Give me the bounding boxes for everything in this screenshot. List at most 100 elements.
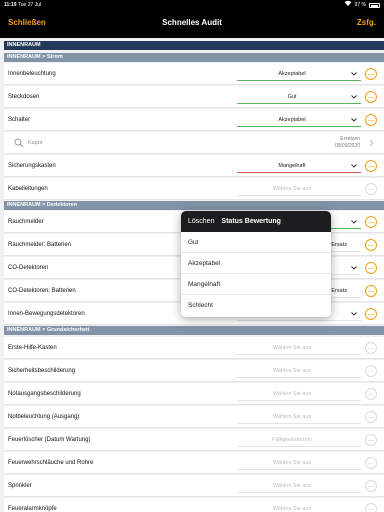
chevron-down-icon bbox=[351, 118, 357, 122]
ellipsis-icon bbox=[368, 119, 374, 121]
delete-button[interactable]: Löschen bbox=[188, 218, 214, 225]
audit-row-schalter: Schalter Akzeptabel bbox=[4, 109, 384, 131]
row-label: Notbeleuchtung (Ausgang) bbox=[8, 414, 80, 420]
audit-row-sprinkler: Sprinkler Wählen Sie aus bbox=[4, 475, 384, 497]
popup-title: Status Bewertung bbox=[221, 218, 281, 225]
more-options-button[interactable] bbox=[365, 411, 377, 423]
more-options-button[interactable] bbox=[365, 503, 377, 512]
more-options-button[interactable] bbox=[365, 434, 377, 446]
row-label: Notausgangsbeschilderung bbox=[8, 391, 81, 397]
dropdown-value: Wählen Sie aus bbox=[272, 186, 312, 192]
status-indicators: 97 % bbox=[344, 0, 380, 10]
status-dropdown[interactable]: Mangelhaft bbox=[237, 159, 361, 173]
status-time: 11:19 Tue 27 Jul bbox=[4, 2, 42, 8]
more-options-button[interactable] bbox=[365, 285, 377, 297]
due-date-field[interactable]: Fälligkeitstermin bbox=[237, 433, 361, 447]
status-dropdown[interactable]: Wählen Sie aus bbox=[237, 387, 361, 401]
more-options-button[interactable] bbox=[365, 114, 377, 126]
ellipsis-icon bbox=[368, 370, 374, 372]
row-label: Kabelleitungen bbox=[8, 186, 48, 192]
status-dropdown[interactable]: Wählen Sie aus bbox=[237, 410, 361, 424]
navigation-bar: Schließen Schnelles Audit Zsfg. bbox=[0, 10, 384, 38]
status-dropdown[interactable]: Wählen Sie aus bbox=[237, 182, 361, 196]
more-options-button[interactable] bbox=[365, 365, 377, 377]
chevron-down-icon bbox=[351, 266, 357, 270]
row-label: Rauchmelder: Batterien bbox=[8, 242, 72, 248]
summary-button[interactable]: Zsfg. bbox=[357, 10, 376, 38]
more-options-button[interactable] bbox=[365, 216, 377, 228]
dropdown-value: Wählen Sie aus bbox=[272, 460, 312, 466]
row-label: Steckdosen bbox=[8, 94, 40, 100]
dropdown-value: Wählen Sie aus bbox=[272, 345, 312, 351]
more-options-button[interactable] bbox=[365, 457, 377, 469]
dropdown-value: Wählen Sie aus bbox=[272, 506, 312, 512]
more-options-button[interactable] bbox=[365, 239, 377, 251]
audit-row-innenbeleuchtung: Innenbeleuchtung Akzeptabel bbox=[4, 63, 384, 85]
status-dropdown[interactable]: Akzeptabel bbox=[237, 113, 361, 127]
row-label: Feuerwehrschläuche und Rohre bbox=[8, 460, 94, 466]
battery-icon bbox=[369, 2, 380, 8]
option-schlecht[interactable]: Schlecht bbox=[181, 295, 331, 316]
wifi-icon bbox=[344, 0, 352, 10]
ellipsis-icon bbox=[368, 221, 374, 223]
row-label: Sicherungskasten bbox=[8, 163, 56, 169]
dropdown-value: Wählen Sie aus bbox=[272, 391, 312, 397]
subsection-header-grundsicherheit: INNENRAUM > Grundsicherheit bbox=[4, 326, 384, 335]
audit-row-kabelleitungen: Kabelleitungen Wählen Sie aus bbox=[4, 178, 384, 200]
more-options-button[interactable] bbox=[365, 308, 377, 320]
battery-percentage: 97 % bbox=[354, 2, 366, 8]
more-options-button[interactable] bbox=[365, 183, 377, 195]
status-dropdown[interactable]: Wählen Sie aus bbox=[237, 456, 361, 470]
status-dropdown[interactable]: Gut bbox=[237, 90, 361, 104]
row-label: Schalter bbox=[8, 117, 31, 123]
status-dropdown[interactable]: Wählen Sie aus bbox=[237, 479, 361, 493]
row-label: Erste-Hilfe-Kasten bbox=[8, 345, 57, 351]
more-options-button[interactable] bbox=[365, 262, 377, 274]
dropdown-value: Akzeptabel bbox=[278, 71, 306, 77]
status-dropdown[interactable]: Wählen Sie aus bbox=[237, 341, 361, 355]
subsection-header-strom: INNENRAUM > Strom bbox=[4, 53, 384, 62]
status-dropdown[interactable]: Wählen Sie aus bbox=[237, 502, 361, 512]
audit-row-steckdosen: Steckdosen Gut bbox=[4, 86, 384, 108]
status-dropdown[interactable]: Akzeptabel bbox=[237, 67, 361, 81]
row-label: Innen-Bewegungsdetektoren bbox=[8, 311, 85, 317]
ellipsis-icon bbox=[368, 313, 374, 315]
option-mangelhaft[interactable]: Mangelhaft bbox=[181, 274, 331, 295]
ellipsis-icon bbox=[368, 290, 374, 292]
status-picker-popup: Löschen Status Bewertung Gut Akzeptabel … bbox=[181, 211, 331, 317]
audit-row-feuerwehrschlaeuche: Feuerwehrschläuche und Rohre Wählen Sie … bbox=[4, 452, 384, 474]
defect-row[interactable]: Kaput Ersetzen 09/09/2020 bbox=[4, 132, 384, 154]
ellipsis-icon bbox=[368, 165, 374, 167]
ellipsis-icon bbox=[368, 267, 374, 269]
magnifier-icon bbox=[14, 138, 24, 148]
row-label: Sprinkler bbox=[8, 483, 32, 489]
section-header-innenraum: INNENRAUM bbox=[4, 41, 384, 50]
row-label: CO-Detektoren bbox=[8, 265, 49, 271]
status-dropdown[interactable]: Wählen Sie aus bbox=[237, 364, 361, 378]
audit-row-sicherheitsbeschilderung: Sicherheitsbeschilderung Wählen Sie aus bbox=[4, 360, 384, 382]
ellipsis-icon bbox=[368, 393, 374, 395]
audit-row-erste-hilfe-kasten: Erste-Hilfe-Kasten Wählen Sie aus bbox=[4, 337, 384, 359]
more-options-button[interactable] bbox=[365, 342, 377, 354]
more-options-button[interactable] bbox=[365, 388, 377, 400]
option-akzeptabel[interactable]: Akzeptabel bbox=[181, 253, 331, 274]
chevron-down-icon bbox=[351, 164, 357, 168]
more-options-button[interactable] bbox=[365, 160, 377, 172]
row-label: Innenbeleuchtung bbox=[8, 71, 56, 77]
row-label: CO-Detektoren: Batterien bbox=[8, 288, 76, 294]
more-options-button[interactable] bbox=[365, 91, 377, 103]
dropdown-value: Wählen Sie aus bbox=[272, 414, 312, 420]
option-gut[interactable]: Gut bbox=[181, 232, 331, 253]
more-options-button[interactable] bbox=[365, 480, 377, 492]
chevron-down-icon bbox=[351, 312, 357, 316]
ellipsis-icon bbox=[368, 485, 374, 487]
ellipsis-icon bbox=[368, 347, 374, 349]
popup-header: Löschen Status Bewertung bbox=[181, 211, 331, 232]
chevron-down-icon bbox=[351, 72, 357, 76]
defect-action: Ersetzen 09/09/2020 bbox=[334, 136, 360, 149]
audit-row-notbeleuchtung: Notbeleuchtung (Ausgang) Wählen Sie aus bbox=[4, 406, 384, 428]
more-options-button[interactable] bbox=[365, 68, 377, 80]
ellipsis-icon bbox=[368, 96, 374, 98]
dropdown-value: Fälligkeitstermin bbox=[272, 437, 312, 443]
subsection-header-detektoren: INNENRAUM > Dedektoren bbox=[4, 201, 384, 210]
